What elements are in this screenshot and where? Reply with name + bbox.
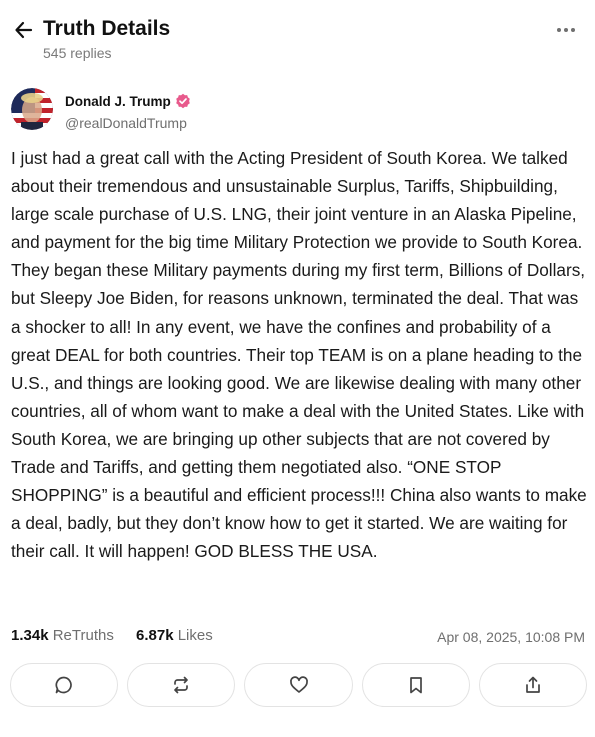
like-button[interactable] <box>244 663 353 707</box>
author-name-row[interactable]: Donald J. Trump <box>65 93 191 109</box>
page-title: Truth Details <box>43 17 171 40</box>
bookmark-button[interactable] <box>361 663 470 707</box>
reply-button[interactable] <box>10 663 119 707</box>
more-options-button[interactable] <box>555 22 577 38</box>
avatar[interactable] <box>11 88 53 130</box>
like-icon <box>289 676 308 693</box>
arrow-left-icon <box>15 21 33 39</box>
header: Truth Details 545 replies <box>12 14 577 66</box>
more-horizontal-icon <box>557 28 575 32</box>
likes-label: Likes <box>177 627 213 644</box>
action-bar <box>10 663 588 707</box>
post-timestamp: Apr 08, 2025, 10:08 PM <box>437 629 585 645</box>
verified-badge-icon <box>175 93 190 109</box>
reply-count: 545 replies <box>43 45 112 61</box>
likes-count: 6.87k <box>136 627 174 644</box>
avatar-image <box>11 88 53 130</box>
post-stats: 1.34k ReTruths 6.87k Likes Apr 08, 2025,… <box>11 627 585 649</box>
retruth-icon <box>174 676 189 694</box>
back-button[interactable] <box>12 18 36 42</box>
author-handle[interactable]: @realDonaldTrump <box>65 115 187 131</box>
share-button[interactable] <box>478 663 588 707</box>
retruths-count: 1.34k <box>11 627 49 644</box>
likes-stat[interactable]: 6.87k Likes <box>136 627 213 644</box>
truth-details-page: Truth Details 545 replies Donald J. Trum… <box>0 0 595 737</box>
retruths-stat[interactable]: 1.34k ReTruths <box>11 627 114 644</box>
retruth-button[interactable] <box>127 663 236 707</box>
retruths-label: ReTruths <box>52 627 114 644</box>
bookmark-icon <box>409 677 422 694</box>
author-name: Donald J. Trump <box>65 93 171 109</box>
post-author: Donald J. Trump @realDonaldTrump <box>11 88 583 134</box>
reply-icon <box>55 676 72 694</box>
post-text: I just had a great call with the Acting … <box>11 148 587 562</box>
share-icon <box>526 676 540 693</box>
